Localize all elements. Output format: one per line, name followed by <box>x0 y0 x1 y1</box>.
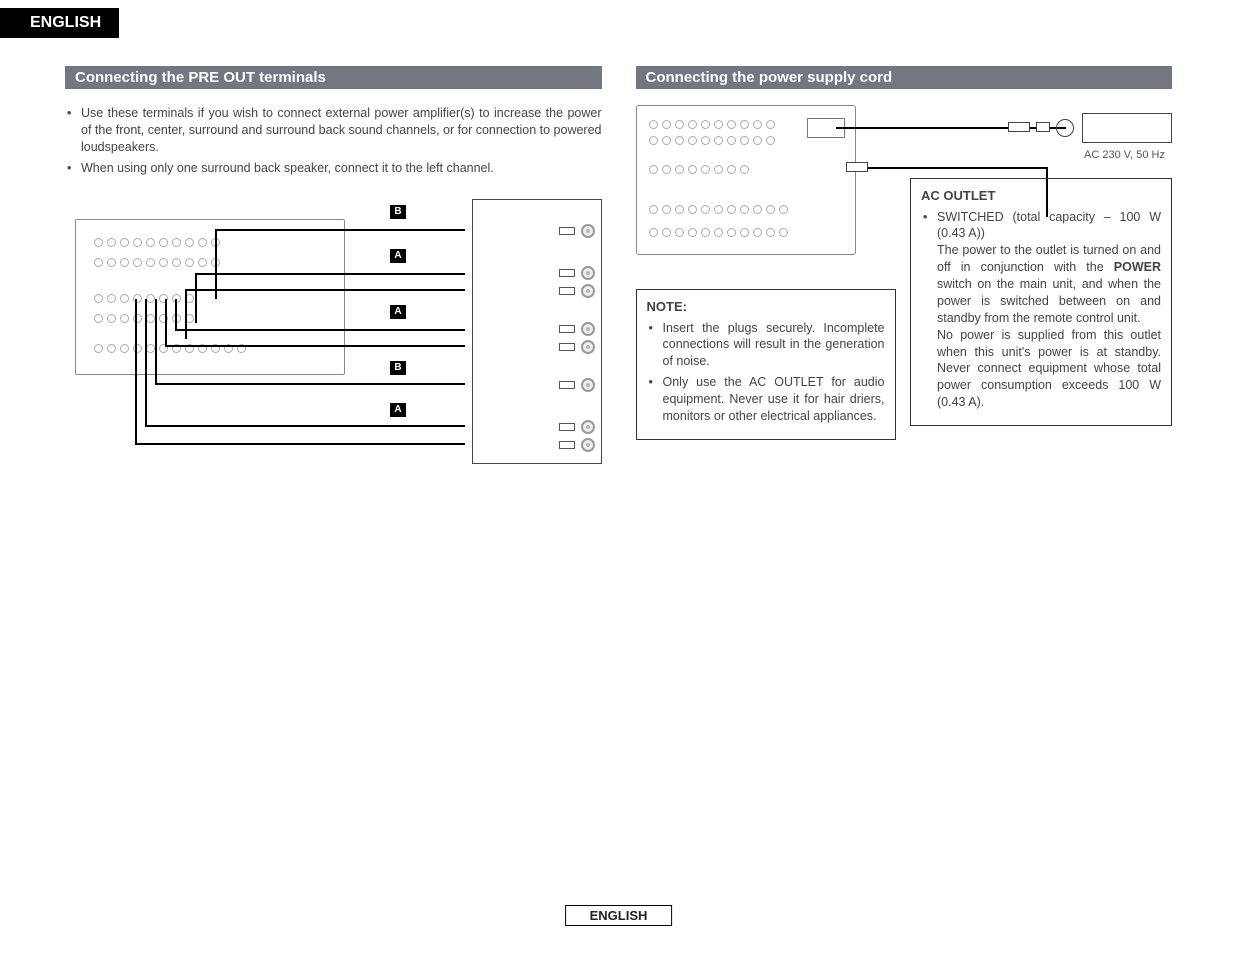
note-bullet: Insert the plugs securely. Incomplete co… <box>653 320 885 371</box>
ac-outlet-plug-icon <box>846 162 868 172</box>
note-box: NOTE: Insert the plugs securely. Incompl… <box>636 289 896 440</box>
ac-outlet-bullet: SWITCHED (total capacity – 100 W (0.43 A… <box>927 209 1161 412</box>
ac-outlet-title: AC OUTLET <box>921 187 1161 205</box>
left-column: Connecting the PRE OUT terminals Use the… <box>65 66 602 469</box>
note-bullet: Only use the AC OUTLET for audio equipme… <box>653 374 885 425</box>
power-plug-icon <box>1008 122 1030 132</box>
preout-diagram: B A A B A <box>65 199 602 469</box>
ac-outlet-lead: SWITCHED (total capacity – 100 W (0.43 A… <box>937 210 1161 241</box>
cable-tag: A <box>390 403 406 417</box>
ac-outlet-para: The power to the outlet is turned on and… <box>937 243 1161 325</box>
wall-outlet-spec: AC 230 V, 50 Hz <box>1077 149 1172 161</box>
cable-tag: B <box>390 205 406 219</box>
note-title: NOTE: <box>647 298 885 316</box>
external-amp-panel-icon <box>472 199 602 464</box>
cable-tag: A <box>390 305 406 319</box>
section-title-preout: Connecting the PRE OUT terminals <box>65 66 602 89</box>
ac-outlet-para: No power is supplied from this outlet wh… <box>937 328 1161 410</box>
amp-rear-panel-icon <box>636 105 856 255</box>
language-tab: ENGLISH <box>0 8 119 38</box>
power-plug-icon <box>1036 122 1050 132</box>
cable-tag: A <box>390 249 406 263</box>
wall-outlet-box <box>1082 113 1172 143</box>
ac-outlet-text: switch on the main unit, and when the po… <box>937 277 1161 325</box>
preout-text: Use these terminals if you wish to conne… <box>65 105 602 177</box>
right-column: Connecting the power supply cord <box>636 66 1173 469</box>
cable-tag: B <box>390 361 406 375</box>
ac-outlet-box: AC OUTLET SWITCHED (total capacity – 100… <box>910 178 1172 426</box>
power-keyword: POWER <box>1114 260 1161 274</box>
wall-socket-icon <box>1056 119 1074 137</box>
amp-rear-panel-icon <box>75 219 345 375</box>
footer-language: ENGLISH <box>565 905 673 926</box>
preout-bullet: When using only one surround back speake… <box>71 160 602 177</box>
section-title-power: Connecting the power supply cord <box>636 66 1173 89</box>
page-columns: Connecting the PRE OUT terminals Use the… <box>65 66 1172 469</box>
preout-bullet: Use these terminals if you wish to conne… <box>71 105 602 156</box>
